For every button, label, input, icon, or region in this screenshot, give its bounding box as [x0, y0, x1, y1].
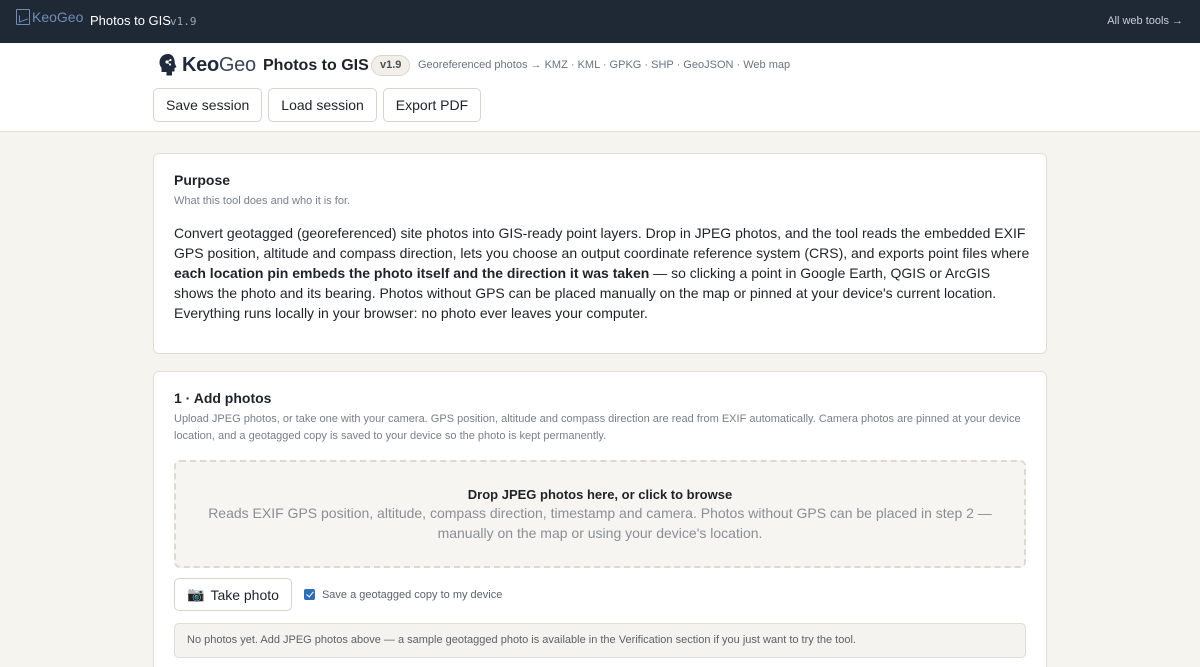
dropzone-description: Reads EXIF GPS position, altitude, compa… — [208, 505, 992, 541]
purpose-description: Convert geotagged (georeferenced) site p… — [174, 223, 1030, 323]
take-photo-label: Take photo — [210, 586, 279, 603]
dropzone-title: Drop JPEG photos here, or click to brows… — [467, 487, 733, 502]
page-title: Photos to GIS — [263, 57, 369, 74]
head-silhouette-icon — [159, 54, 177, 76]
brand-name: KeoGeo — [182, 54, 256, 77]
empty-photos-notice: No photos yet. Add JPEG photos above — a… — [174, 623, 1026, 658]
export-pdf-button[interactable]: Export PDF — [382, 88, 482, 122]
purpose-text-bold: each location pin embeds the photo itsel… — [174, 265, 650, 281]
camera-icon: 📷 — [187, 586, 205, 602]
load-session-button[interactable]: Load session — [268, 88, 377, 122]
save-session-button[interactable]: Save session — [153, 88, 263, 122]
camera-row: 📷 Take photo Save a geotagged copy to my… — [174, 578, 502, 611]
purpose-title: Purpose — [174, 172, 231, 188]
take-photo-button[interactable]: 📷 Take photo — [174, 578, 292, 611]
app-header: KeoGeo Photos to GIS v1.9 Georeferenced … — [0, 43, 1200, 132]
header-tagline: Georeferenced photos → KMZ · KML · GPKG … — [418, 59, 791, 71]
brand-name-prefix: Keo — [182, 53, 219, 76]
version-badge: v1.9 — [371, 55, 411, 76]
save-copy-label[interactable]: Save a geotagged copy to my device — [322, 589, 502, 601]
purpose-card: Purpose What this tool does and who it i… — [153, 153, 1047, 354]
keogeo-brand[interactable]: KeoGeo — [158, 53, 256, 77]
add-photos-subtitle: Upload JPEG photos, or take one with you… — [174, 413, 1021, 442]
keogeo-logo-link[interactable]: KeoGeo — [16, 9, 83, 25]
session-actions: Save session Load session Export PDF — [153, 88, 482, 122]
add-photos-card: 1 · Add photos Upload JPEG photos, or ta… — [153, 371, 1047, 667]
all-web-tools-link[interactable]: All web tools → — [1107, 15, 1183, 27]
photo-dropzone[interactable]: Drop JPEG photos here, or click to brows… — [174, 460, 1026, 568]
logo-alt-text: KeoGeo — [32, 9, 84, 25]
add-photos-title: 1 · Add photos — [174, 390, 272, 406]
purpose-text-part1: Convert geotagged (georeferenced) site p… — [174, 225, 1030, 261]
top-bar: KeoGeo Photos to GIS v1.9 All web tools … — [0, 0, 1200, 43]
brand-name-suffix: Geo — [218, 53, 256, 76]
topbar-version: v1.9 — [170, 15, 197, 28]
purpose-subtitle: What this tool does and who it is for. — [174, 195, 351, 207]
save-copy-checkbox[interactable] — [303, 589, 315, 600]
broken-image-icon — [16, 9, 30, 25]
topbar-app-title: Photos to GIS — [90, 13, 171, 28]
